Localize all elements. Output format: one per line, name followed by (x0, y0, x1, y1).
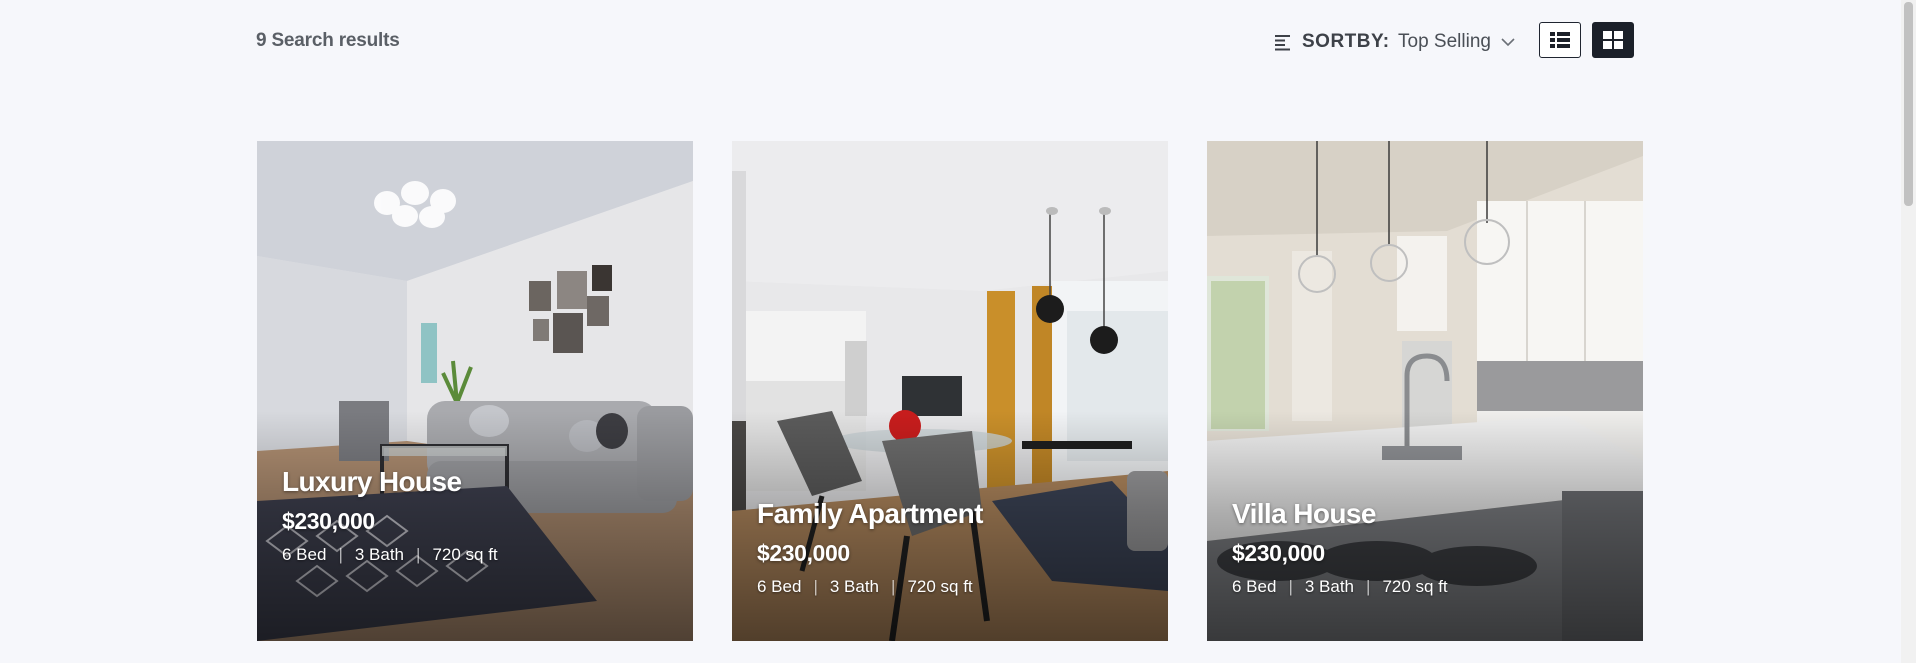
scrollbar-thumb[interactable] (1904, 2, 1913, 206)
property-title: Family Apartment (757, 498, 983, 529)
list-view-icon (1550, 32, 1570, 48)
sort-selected-value: Top Selling (1398, 31, 1491, 52)
results-toolbar: 9 Search results SORTBY: Top Selling (0, 0, 1916, 84)
property-baths: 3 Bath (1304, 577, 1355, 596)
list-view-button[interactable] (1539, 22, 1581, 58)
meta-divider: | (1366, 577, 1371, 596)
property-price: $230,000 (1232, 540, 1325, 566)
property-beds: 6 Bed (1232, 577, 1277, 596)
meta-divider: | (813, 577, 818, 596)
grid-view-button[interactable] (1592, 22, 1634, 58)
property-title: Luxury House (282, 466, 462, 497)
vertical-scrollbar[interactable] (1901, 0, 1916, 663)
property-beds: 6 Bed (757, 577, 802, 596)
property-baths: 3 Bath (354, 545, 405, 564)
property-card-villa-house[interactable]: Villa House $230,000 6 Bed | 3 Bath | 72… (1207, 141, 1643, 641)
property-title: Villa House (1232, 498, 1376, 529)
property-baths: 3 Bath (829, 577, 880, 596)
property-area: 720 sq ft (1382, 577, 1448, 596)
meta-divider: | (416, 545, 421, 564)
property-beds: 6 Bed (282, 545, 327, 564)
sort-lines-icon (1275, 35, 1290, 51)
property-details: 6 Bed | 3 Bath | 720 sq ft (1232, 577, 1448, 597)
sort-by-label: SORTBY: (1302, 31, 1390, 52)
property-price: $230,000 (282, 508, 375, 534)
meta-divider: | (891, 577, 896, 596)
sort-dropdown[interactable]: Top Selling (1398, 29, 1515, 55)
property-card-family-apartment[interactable]: Family Apartment $230,000 6 Bed | 3 Bath… (732, 141, 1168, 641)
property-card-luxury-house[interactable]: Luxury House $230,000 6 Bed | 3 Bath | 7… (257, 141, 693, 641)
meta-divider: | (338, 545, 343, 564)
property-area: 720 sq ft (907, 577, 973, 596)
card-info: Family Apartment $230,000 6 Bed | 3 Bath… (757, 498, 983, 597)
chevron-down-icon (1501, 37, 1515, 46)
grid-view-icon (1603, 31, 1623, 49)
card-info: Villa House $230,000 6 Bed | 3 Bath | 72… (1232, 498, 1448, 597)
property-details: 6 Bed | 3 Bath | 720 sq ft (757, 577, 983, 597)
card-info: Luxury House $230,000 6 Bed | 3 Bath | 7… (282, 466, 498, 565)
meta-divider: | (1288, 577, 1293, 596)
results-count: 9 Search results (256, 30, 400, 51)
property-area: 720 sq ft (432, 545, 498, 564)
property-price: $230,000 (757, 540, 850, 566)
property-details: 6 Bed | 3 Bath | 720 sq ft (282, 545, 498, 565)
